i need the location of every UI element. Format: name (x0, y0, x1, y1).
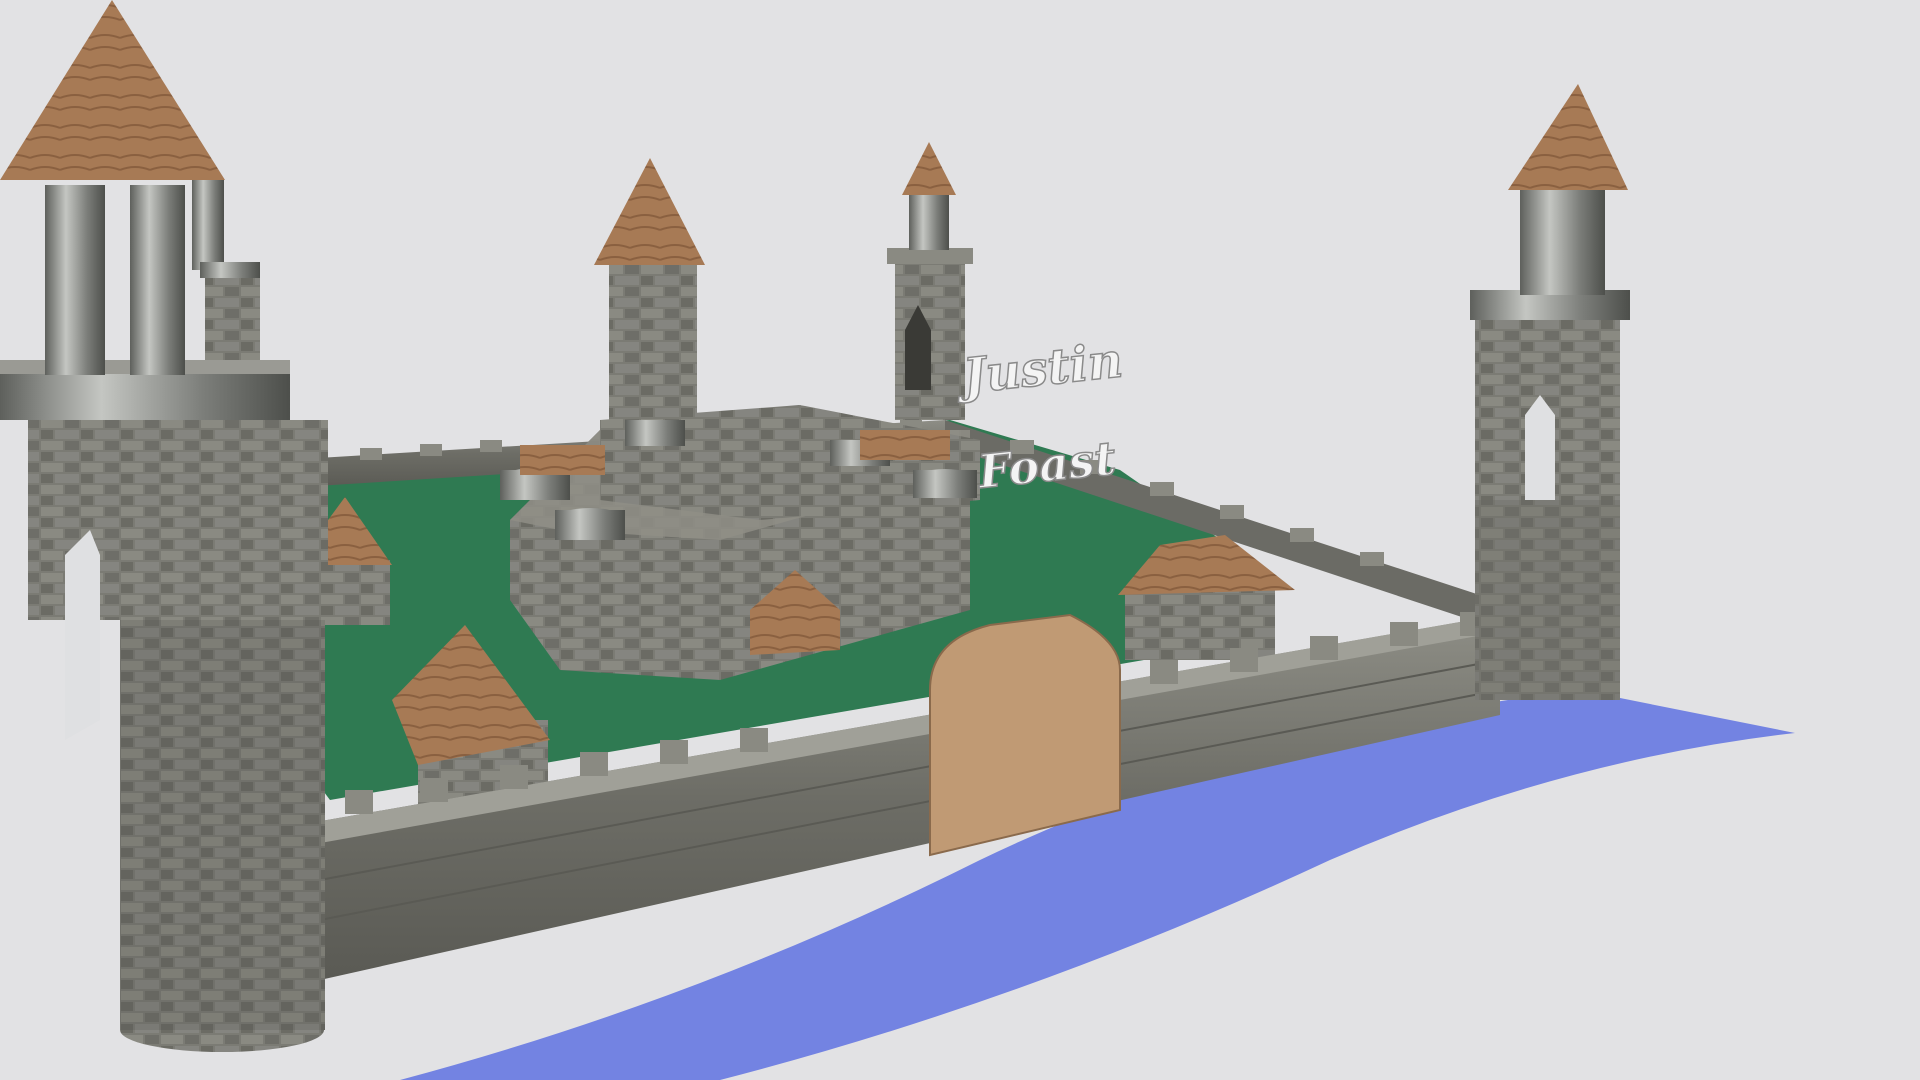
back-center-tower (887, 142, 973, 420)
right-tower (1470, 84, 1630, 700)
keep-tower-roof (594, 158, 705, 265)
scene-viewport: Justin Foast (0, 0, 1795, 1080)
house-back-left (520, 445, 605, 475)
house-back-right (860, 430, 950, 460)
label-justin: Justin (952, 333, 1125, 406)
front-left-tower (0, 0, 328, 1052)
back-left-tower (192, 180, 260, 380)
